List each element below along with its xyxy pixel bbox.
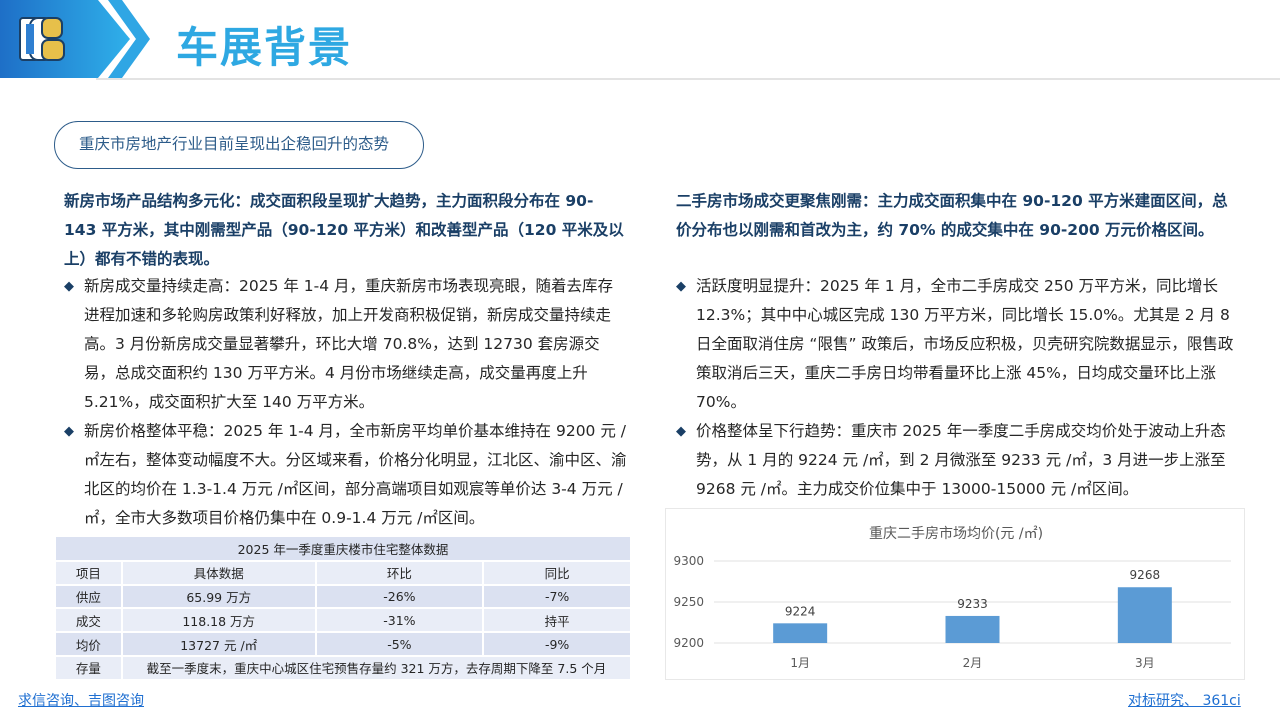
chart-title: 重庆二手房市场均价(元 /㎡): [869, 525, 1043, 542]
bar: [1117, 587, 1172, 643]
left-bullet-1-text: 新房成交量持续走高：2025 年 1-4 月，重庆新房市场表现亮眼，随着去库存进…: [84, 277, 614, 411]
table-row: 存量 截至一季度末，重庆中心城区住宅预售存量约 321 万方，去存周期下降至 7…: [56, 655, 633, 681]
left-bullet-2-text: 新房价格整体平稳：2025 年 1-4 月，全市新房平均单价基本维持在 9200…: [84, 422, 627, 527]
y-tick-label: 9200: [673, 636, 704, 650]
data-label: 9224: [785, 604, 816, 618]
right-bullet-1: ◆ 活跃度明显提升：2025 年 1 月，全市二手房成交 250 万平方米，同比…: [676, 272, 1234, 417]
table-cell: 截至一季度末，重庆中心城区住宅预售存量约 321 万方，去存周期下降至 7.5 …: [121, 655, 633, 681]
table-cell: 均价: [56, 632, 123, 657]
table-cell: -26%: [315, 584, 485, 610]
diamond-bullet-icon: ◆: [676, 424, 686, 439]
table-cell: 成交: [56, 608, 123, 634]
left-lead-text: 新房市场产品结构多元化：成交面积段呈现扩大趋势，主力面积段分布在 90-143 …: [64, 192, 624, 268]
right-bullet-2: ◆ 价格整体呈下行趋势：重庆市 2025 年一季度二手房成交均价处于波动上升态势…: [676, 417, 1234, 504]
right-bullet-2-text: 价格整体呈下行趋势：重庆市 2025 年一季度二手房成交均价处于波动上升态势，从…: [696, 422, 1226, 498]
table-header: 同比: [483, 560, 632, 586]
price-chart: 重庆二手房市场均价(元 /㎡) 9200 9250 9300 9224 1月 9233 2月 9…: [665, 508, 1245, 680]
table-row: 供应 65.99 万方 -26% -7%: [56, 584, 632, 610]
table-header: 环比: [315, 560, 485, 586]
x-tick-label: 3月: [1135, 656, 1155, 670]
table-header: 具体数据: [121, 560, 317, 586]
logo-icon: [19, 17, 65, 61]
table-row: 均价 13727 元 /㎡ -5% -9%: [56, 632, 632, 657]
table-cell: -5%: [315, 632, 485, 657]
housing-data-table: 2025 年一季度重庆楼市住宅整体数据 项目 具体数据 环比 同比 供应 65.…: [56, 537, 633, 681]
table-cell: 13727 元 /㎡: [121, 632, 317, 657]
header: 车展背景: [0, 0, 1280, 82]
data-label: 9268: [1130, 568, 1161, 582]
table-cell: -7%: [483, 584, 632, 610]
table-cell: 持平: [483, 608, 632, 634]
table-row: 成交 118.18 万方 -31% 持平: [56, 608, 632, 634]
table-caption: 2025 年一季度重庆楼市住宅整体数据: [56, 537, 632, 562]
right-lead-text: 二手房市场成交更聚焦刚需：主力成交面积集中在 90-120 平方米建面区间，总价…: [676, 192, 1228, 239]
header-divider: [96, 78, 1280, 80]
right-bullet-1-text: 活跃度明显提升：2025 年 1 月，全市二手房成交 250 万平方米，同比增长…: [696, 277, 1234, 411]
section-pill: 重庆市房地产行业目前呈现出企稳回升的态势: [54, 121, 424, 169]
header-banner: [0, 0, 150, 78]
price-chart-svg: 重庆二手房市场均价(元 /㎡) 9200 9250 9300 9224 1月 9233 2月 9…: [673, 525, 1231, 670]
table-caption-row: 2025 年一季度重庆楼市住宅整体数据: [56, 537, 632, 562]
diamond-bullet-icon: ◆: [64, 279, 74, 294]
table-cell: -31%: [315, 608, 485, 634]
x-tick-label: 1月: [790, 656, 810, 670]
page-title: 车展背景: [176, 23, 353, 72]
diamond-bullet-icon: ◆: [64, 424, 74, 439]
bar: [773, 623, 828, 643]
table-header-row: 项目 具体数据 环比 同比: [56, 560, 632, 586]
data-label: 9233: [957, 597, 988, 611]
footer-right-link[interactable]: 对标研究、 361ci: [1128, 690, 1241, 710]
y-tick-label: 9300: [673, 554, 704, 568]
table-cell: 65.99 万方: [121, 584, 317, 610]
y-tick-label: 9250: [673, 595, 704, 609]
table-cell: 供应: [56, 584, 123, 610]
x-tick-label: 2月: [963, 656, 983, 670]
diamond-bullet-icon: ◆: [676, 279, 686, 294]
table-cell: 118.18 万方: [121, 608, 317, 634]
table-header: 项目: [56, 560, 123, 586]
left-bullet-2: ◆ 新房价格整体平稳：2025 年 1-4 月，全市新房平均单价基本维持在 92…: [64, 417, 628, 533]
table-cell: -9%: [483, 632, 632, 657]
left-bullet-1: ◆ 新房成交量持续走高：2025 年 1-4 月，重庆新房市场表现亮眼，随着去库…: [64, 272, 628, 417]
table-cell: 存量: [56, 655, 123, 681]
footer-left-link[interactable]: 求信咨询、吉图咨询: [18, 690, 144, 710]
bar: [945, 615, 1000, 643]
